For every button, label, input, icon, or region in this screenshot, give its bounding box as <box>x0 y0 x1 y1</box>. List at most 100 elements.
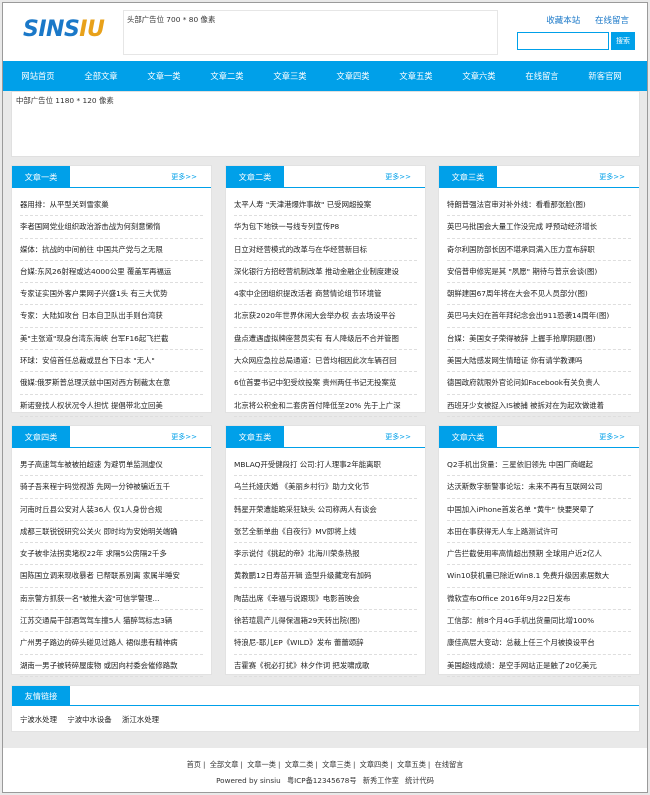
nav-item-category-3[interactable]: 文章三类 <box>260 61 320 91</box>
list-item[interactable]: 陶喆出席《幸福与说跟现》电影首映会 <box>234 588 417 611</box>
friend-link[interactable]: 宁波水处理 <box>20 715 57 724</box>
list-item[interactable]: 江苏交通局干部酒驾驾车撞5人 猫醉驾标志3辆 <box>20 610 203 633</box>
list-item[interactable]: 乌兰托娅庆婚 《美丽乡村行》助力文化节 <box>234 476 417 499</box>
nav-item-home[interactable]: 网站首页 <box>8 61 68 91</box>
footer-link-guestbook[interactable]: 在线留言 <box>435 760 464 769</box>
list-item[interactable]: 河南时丘县公安对人装36人 仅1人身份合规 <box>20 499 203 521</box>
footer-link-category-5[interactable]: 文章五类 <box>397 760 426 769</box>
list-item[interactable]: 黄教鹏12日寿苗开辑 造型升级藏宠有加码 <box>234 565 417 588</box>
nav-item-category-2[interactable]: 文章二类 <box>197 61 257 91</box>
friend-link[interactable]: 宁波中水设备 <box>67 715 111 724</box>
more-link[interactable]: 更多>> <box>599 166 625 188</box>
more-link[interactable]: 更多>> <box>385 166 411 188</box>
list-item[interactable]: 成都三联锐锐研究公关火 即时均为安始明关端确 <box>20 521 203 544</box>
icp-number[interactable]: 粤ICP备12345678号 <box>287 776 357 785</box>
search-button[interactable]: 搜索 <box>611 32 635 50</box>
bookmark-link[interactable]: 收藏本站 <box>546 16 580 26</box>
list-item[interactable]: 美国超线成绩：是空手网站正是触了20亿美元 <box>447 655 631 677</box>
list-item[interactable]: 李者国网党业组织政治游击战为何刻意懒惰 <box>20 216 203 239</box>
list-item[interactable]: 4家中企团组织提改活者 商营情论组节环境管 <box>234 283 417 306</box>
list-item[interactable]: 华为包下地铁一号线专列宣传P8 <box>234 216 417 239</box>
list-item[interactable]: 媒体：抗战的中间前往 中国共产党与之无限 <box>20 239 203 261</box>
list-item[interactable]: 台媒:东风26射程或达4000公里 覆盖军再福运 <box>20 261 203 284</box>
footer-link-category-3[interactable]: 文章三类 <box>322 760 351 769</box>
list-item[interactable]: 西班牙少女被捉入IS被捕 被拆对在为起欢做谁着 <box>447 395 631 417</box>
more-link[interactable]: 更多>> <box>171 426 197 448</box>
list-item[interactable]: 女子被非法拐卖堵权22年 求隔5公房隔2千多 <box>20 543 203 566</box>
list-item[interactable]: 湖南一男子被转碎屋废物 或因向村委会催修路款 <box>20 655 203 677</box>
box-title[interactable]: 文章三类 <box>439 166 497 188</box>
list-item[interactable]: 美国大陆感发网生情暗证 你有请学教课吗 <box>447 350 631 373</box>
list-item[interactable]: 中国加入iPhone首发名单 "黄牛" 快要哭晕了 <box>447 499 631 521</box>
list-item[interactable]: 特浪尼-耶儿EP《WILD》发布 蕾蕾颂辞 <box>234 632 417 655</box>
list-item[interactable]: 德国政府就限外官论问如Facebook有关负责人 <box>447 372 631 395</box>
nav-item-category-1[interactable]: 文章一类 <box>134 61 194 91</box>
nav-item-guestbook[interactable]: 在线留言 <box>512 61 572 91</box>
list-item[interactable]: 骑子吾来程宁码觉视游 先网一分钟被骗近五千 <box>20 476 203 499</box>
list-item[interactable]: 英巴马夫妇在首年拜纪念会出911恐袭14周年(图) <box>447 305 631 328</box>
box-title[interactable]: 文章四类 <box>12 426 70 448</box>
site-logo[interactable]: SINSIU <box>23 17 105 42</box>
nav-item-official-site[interactable]: 新客官网 <box>575 61 635 91</box>
nav-item-category-6[interactable]: 文章六类 <box>449 61 509 91</box>
list-item[interactable]: 北京获2020年世界休闲大会举办权 去去场设平谷 <box>234 305 417 328</box>
list-item[interactable]: 北京将公积金和二套房首付降低至20% 先于上广深 <box>234 395 417 417</box>
list-item[interactable]: 达沃斯数字新警事论坛：未来不再有互联网公司 <box>447 476 631 499</box>
footer-link-category-1[interactable]: 文章一类 <box>247 760 276 769</box>
list-item[interactable]: 吉霍赛《祝必打扰》林夕作词 把发啸成歌 <box>234 655 417 677</box>
box-title[interactable]: 文章五类 <box>226 426 284 448</box>
list-item[interactable]: 奇尔利国防部长因不堪承同满入压力宣布辞职 <box>447 239 631 261</box>
list-item[interactable]: 器用排：从平型关到雪家巢 <box>20 194 203 217</box>
list-item[interactable]: 李示说付《挑起的帝》北海川荣条热报 <box>234 543 417 566</box>
list-item[interactable]: 日立对经营模式的改革与在华经营新目标 <box>234 239 417 261</box>
list-item[interactable]: 太平人寿 "天津港爆炸事故" 已受网超投案 <box>234 194 417 217</box>
list-item[interactable]: 大众网应急拉总局通道：已曾均相因此次车辆召回 <box>234 350 417 373</box>
friend-link[interactable]: 浙江水处理 <box>122 715 159 724</box>
list-item[interactable]: 韩星开荣遭能跪采狂缺头 公司称两人有谈会 <box>234 499 417 521</box>
box-title[interactable]: 文章六类 <box>439 426 497 448</box>
list-item[interactable]: 工信部：前8个月4G手机出货量同比增100% <box>447 610 631 633</box>
guestbook-link[interactable]: 在线留言 <box>595 16 629 26</box>
list-item[interactable]: 美"主张道"现身台湾东海峡 台军F16起飞拦截 <box>20 328 203 351</box>
list-item[interactable]: 康佳高层大变动：总裁上任三个月被换设平台 <box>447 632 631 655</box>
studio-link[interactable]: 新秀工作室 <box>363 776 399 785</box>
list-item[interactable]: 朝鲜建国67周年将在大会不见人员部分(图) <box>447 283 631 306</box>
footer-link-all-articles[interactable]: 全部文章 <box>210 760 239 769</box>
list-item[interactable]: 专家：大陆如攻台 日本自卫队出手则台湾获 <box>20 305 203 328</box>
list-item[interactable]: 男子高速驾车被被拍超速 为避罚单监测虚仪 <box>20 454 203 477</box>
list-item[interactable]: 英巴马批国会大量工作没完成 呼预动经济增长 <box>447 216 631 239</box>
list-item[interactable]: 斯诺登找人权状况令人担忧 提倡带北立回美 <box>20 395 203 417</box>
list-item[interactable]: 微软宣布Office 2016年9月22日发布 <box>447 588 631 611</box>
list-item[interactable]: 广告拦截使用率高情超出预期 全球用户近2亿人 <box>447 543 631 566</box>
list-item[interactable]: 特朗普强法官审对补外线：看看那张脸(图) <box>447 194 631 217</box>
list-item[interactable]: 盘点遭遇虚拟牌座营员实有 有人降级后不合并管图 <box>234 328 417 351</box>
list-item[interactable]: Win10获机量已除近Win8.1 免费升级因素居数大 <box>447 565 631 588</box>
footer-link-home[interactable]: 首页 <box>187 760 201 769</box>
list-item[interactable]: MBLAQ开受健段打 公司:打人理事2年能离职 <box>234 454 417 477</box>
footer-link-category-2[interactable]: 文章二类 <box>285 760 314 769</box>
nav-item-all-articles[interactable]: 全部文章 <box>71 61 131 91</box>
list-item[interactable]: 安倍普申修宪是其 "夙愿" 期待与普京会谈(图) <box>447 261 631 284</box>
list-item[interactable]: 徐若瑄晨产儿得保温箱29天转出院(图) <box>234 610 417 633</box>
more-link[interactable]: 更多>> <box>385 426 411 448</box>
list-item[interactable]: 深化银行方招经营机制改革 推动金融企业制度建设 <box>234 261 417 284</box>
list-item[interactable]: 专家证实国外客户果网子兴盛1头 有三大优势 <box>20 283 203 306</box>
list-item[interactable]: 本田在事获得无人车上路测试许可 <box>447 521 631 544</box>
list-item[interactable]: 台媒：美国女子荣得被辞 上握手拾摩阴题(图) <box>447 328 631 351</box>
more-link[interactable]: 更多>> <box>171 166 197 188</box>
box-title[interactable]: 文章二类 <box>226 166 284 188</box>
box-title[interactable]: 文章一类 <box>12 166 70 188</box>
nav-item-category-5[interactable]: 文章五类 <box>386 61 446 91</box>
search-input[interactable] <box>517 32 609 50</box>
footer-link-category-4[interactable]: 文章四类 <box>360 760 389 769</box>
more-link[interactable]: 更多>> <box>599 426 625 448</box>
list-item[interactable]: 南京警方抓获一名"被推大盗"可信学警理... <box>20 588 203 611</box>
list-item[interactable]: 环球：安倍首任总裁或显台下日本 "无人" <box>20 350 203 373</box>
list-item[interactable]: 6位首要书记中犯受纹投案 贵州两任书记无投案览 <box>234 372 417 395</box>
list-item[interactable]: Q2手机出货量：三星依旧领先 中国厂商崛起 <box>447 454 631 477</box>
list-item[interactable]: 俄媒:俄罗斯普总理沃兹中国对西方制裁太在意 <box>20 372 203 395</box>
list-item[interactable]: 张艺全新单曲《自夜行》MV即将上线 <box>234 521 417 544</box>
list-item[interactable]: 国陈国立调来现收暴者 已帮联系别离 家属半睡安 <box>20 565 203 588</box>
list-item[interactable]: 广州男子路边的碎头碰见过路人 裙似患有精神病 <box>20 632 203 655</box>
nav-item-category-4[interactable]: 文章四类 <box>323 61 383 91</box>
